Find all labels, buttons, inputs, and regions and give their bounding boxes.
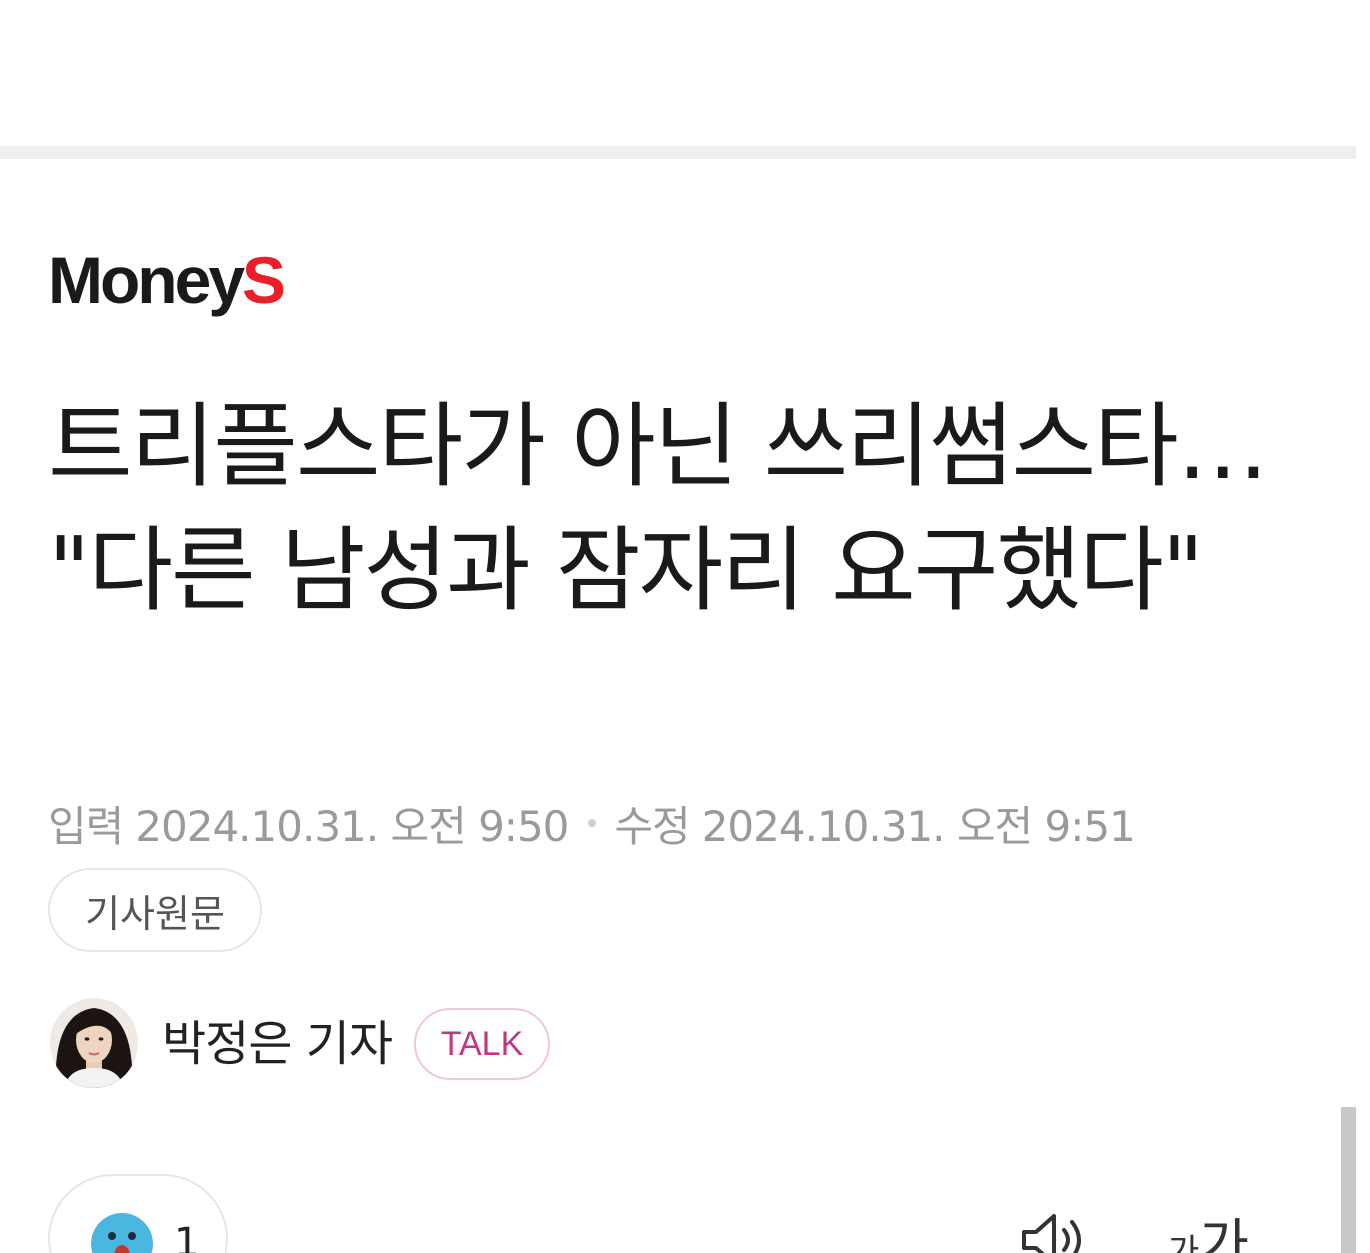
speaker-icon[interactable] [1018,1208,1094,1253]
scrollbar-thumb[interactable] [1341,1107,1356,1253]
article-page: MoneyS 트리플스타가 아닌 쓰리썸스타… "다른 남성과 잠자리 요구했다… [0,0,1370,1253]
article-dates: 입력 2024.10.31. 오전 9:50 수정 2024.10.31. 오전… [48,795,1136,851]
surprised-face-icon [91,1213,153,1253]
meta-separator-dot [588,819,597,827]
reporter-photo [50,998,138,1088]
published-time: 2024.10.31. 오전 9:50 [135,801,569,851]
font-size-big-glyph: 가 [1199,1213,1249,1253]
font-size-small-glyph: 가 [1168,1232,1200,1253]
logo-main-text: Money [48,243,245,317]
reporter-avatar[interactable] [50,998,138,1088]
modified-label: 수정 [614,801,690,851]
top-bar [0,0,1370,146]
publisher-logo[interactable]: MoneyS [48,240,286,320]
logo-accent-text: S [242,243,286,317]
modified-time: 2024.10.31. 오전 9:51 [701,801,1136,851]
reaction-button[interactable]: 1 [48,1174,228,1253]
section-divider [0,146,1356,159]
reporter-name[interactable]: 박정은 기자 [162,1014,393,1074]
published-label: 입력 [48,801,124,851]
font-size-button[interactable]: 가가 [1168,1200,1258,1253]
reaction-count: 1 [174,1220,200,1253]
article-headline: 트리플스타가 아닌 쓰리썸스타… "다른 남성과 잠자리 요구했다" [48,393,1269,624]
reporter-talk-button[interactable]: TALK [414,1008,550,1080]
original-article-button[interactable]: 기사원문 [48,868,262,952]
